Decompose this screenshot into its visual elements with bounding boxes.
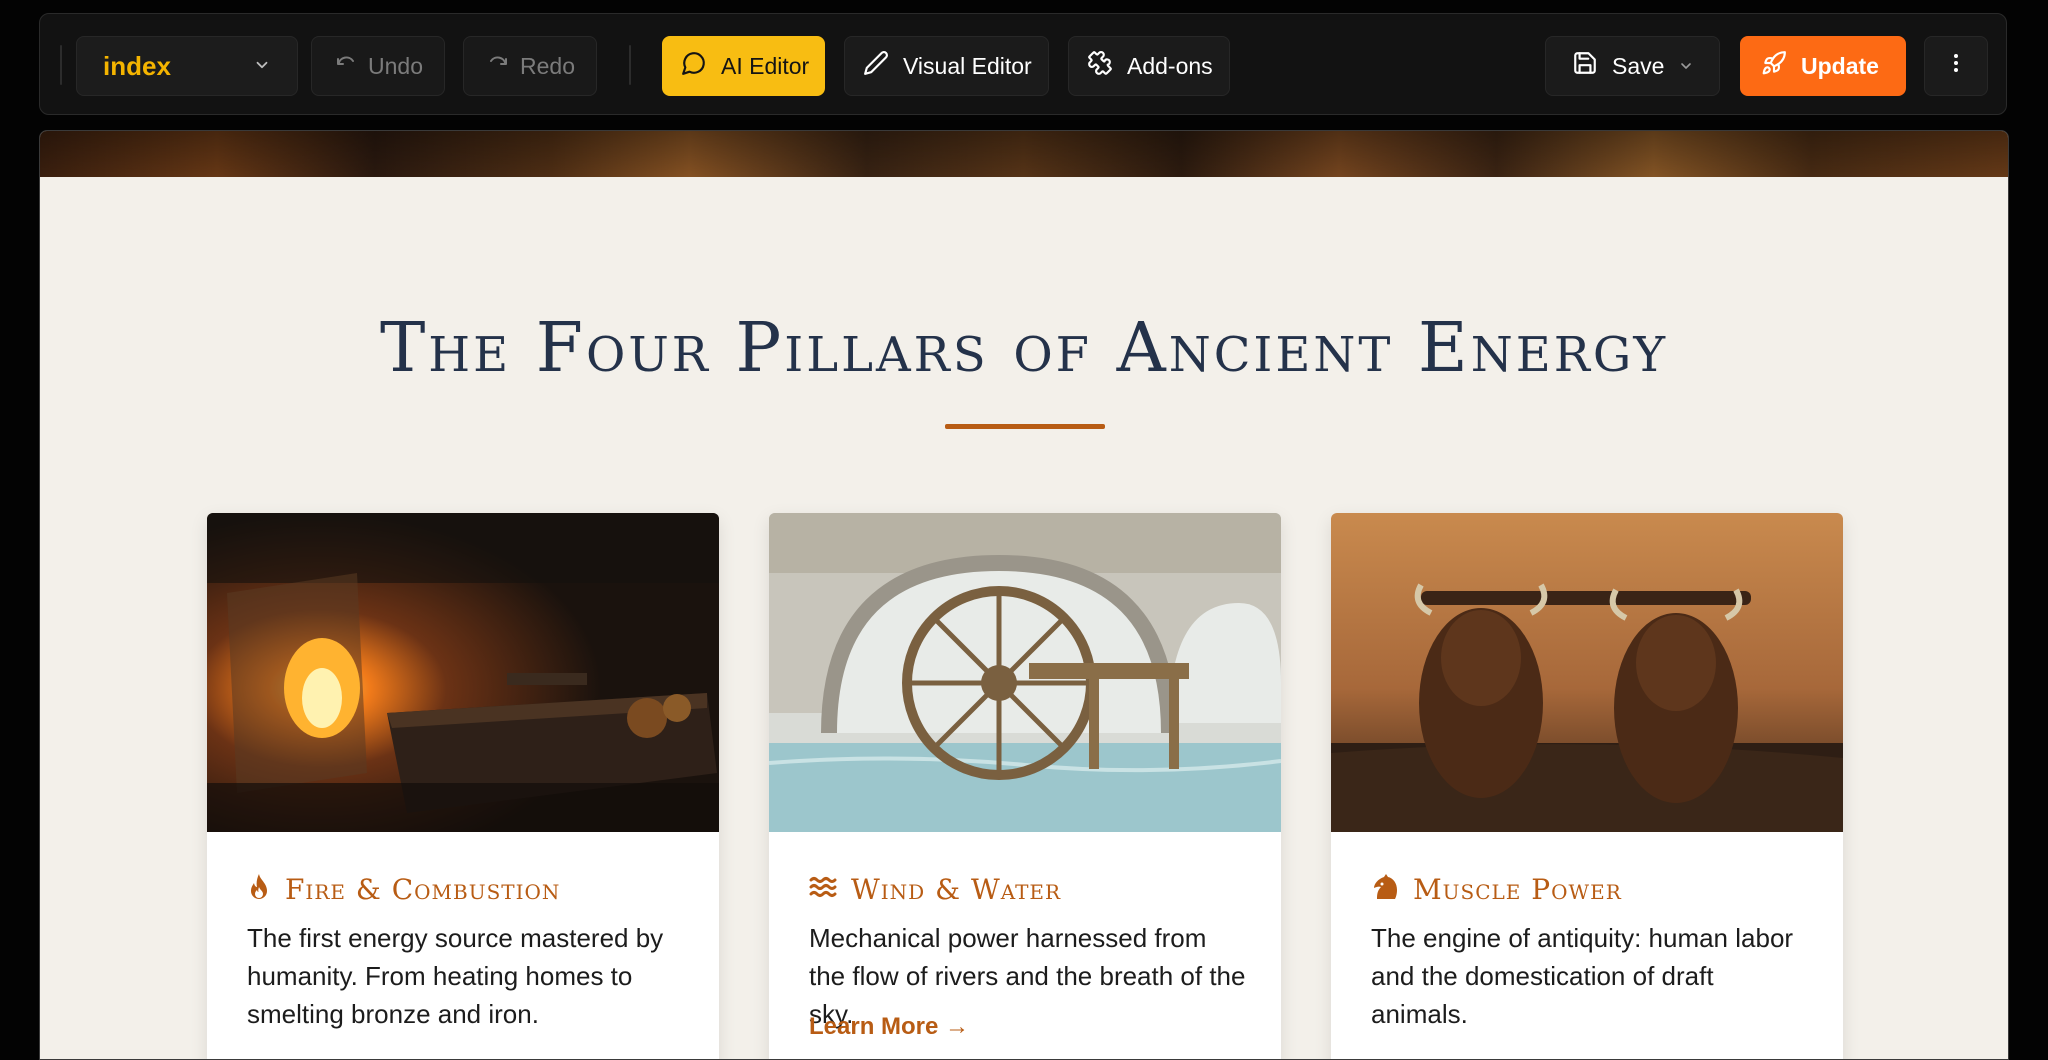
hero-image-strip: [40, 131, 2008, 177]
title-divider: [945, 424, 1105, 429]
save-label: Save: [1612, 52, 1665, 79]
visual-editor-label: Visual Editor: [903, 52, 1032, 79]
ai-editor-label: AI Editor: [721, 52, 810, 79]
chevron-down-icon: [1678, 53, 1694, 80]
page-select-label: index: [103, 50, 171, 81]
section-title: The Four Pillars of Ancient Energy: [379, 309, 1669, 388]
waves-icon: [809, 876, 837, 903]
rocket-icon: [1761, 50, 1787, 82]
card-title: Muscle Power: [1413, 873, 1622, 906]
forge-image: [207, 513, 719, 832]
addons-label: Add-ons: [1127, 52, 1213, 79]
card-fire: Fire & Combustion The first energy sourc…: [207, 513, 719, 1059]
visual-editor-button[interactable]: Visual Editor: [844, 36, 1049, 96]
undo-button[interactable]: Undo: [311, 36, 445, 96]
undo-label: Undo: [368, 52, 423, 79]
card-title: Wind & Water: [851, 873, 1062, 906]
card-wind-water: Wind & Water Mechanical power harnessed …: [769, 513, 1281, 1059]
toolbar-divider: [60, 45, 62, 85]
editor-toolbar: index Undo Redo AI Editor Visual Editor: [39, 13, 2007, 115]
addons-button[interactable]: Add-ons: [1068, 36, 1230, 96]
update-button[interactable]: Update: [1740, 36, 1906, 96]
more-options-button[interactable]: [1924, 36, 1988, 96]
card-description: The first energy source mastered by huma…: [247, 923, 664, 1029]
update-label: Update: [1801, 52, 1879, 79]
undo-icon: [334, 51, 358, 81]
pencil-icon: [863, 50, 889, 82]
floppy-disk-icon: [1572, 50, 1598, 82]
redo-button[interactable]: Redo: [463, 36, 597, 96]
chevron-down-icon: [253, 53, 271, 80]
page-preview: The Four Pillars of Ancient Energy Fire …: [39, 130, 2009, 1060]
chat-bubble-icon: [681, 50, 707, 82]
card-description: The engine of antiquity: human labor and…: [1371, 923, 1794, 1029]
oxen-plow-image: [1331, 513, 1843, 832]
card-muscle-power: Muscle Power The engine of antiquity: hu…: [1331, 513, 1843, 1059]
ai-editor-button[interactable]: AI Editor: [662, 36, 825, 96]
card-title: Fire & Combustion: [285, 873, 561, 906]
learn-more-link[interactable]: Learn More →: [809, 1013, 969, 1041]
horse-head-icon: [1371, 873, 1399, 906]
more-vertical-icon: [1944, 51, 1968, 81]
flame-icon: [247, 873, 271, 906]
toolbar-divider: [629, 45, 631, 85]
save-button[interactable]: Save: [1545, 36, 1720, 96]
puzzle-icon: [1087, 50, 1113, 82]
card-header: Wind & Water: [809, 873, 1061, 906]
card-header: Muscle Power: [1371, 873, 1622, 906]
page-select-dropdown[interactable]: index: [76, 36, 298, 96]
redo-icon: [486, 51, 510, 81]
card-header: Fire & Combustion: [247, 873, 560, 906]
waterwheel-image: [769, 513, 1281, 832]
redo-label: Redo: [520, 52, 575, 79]
